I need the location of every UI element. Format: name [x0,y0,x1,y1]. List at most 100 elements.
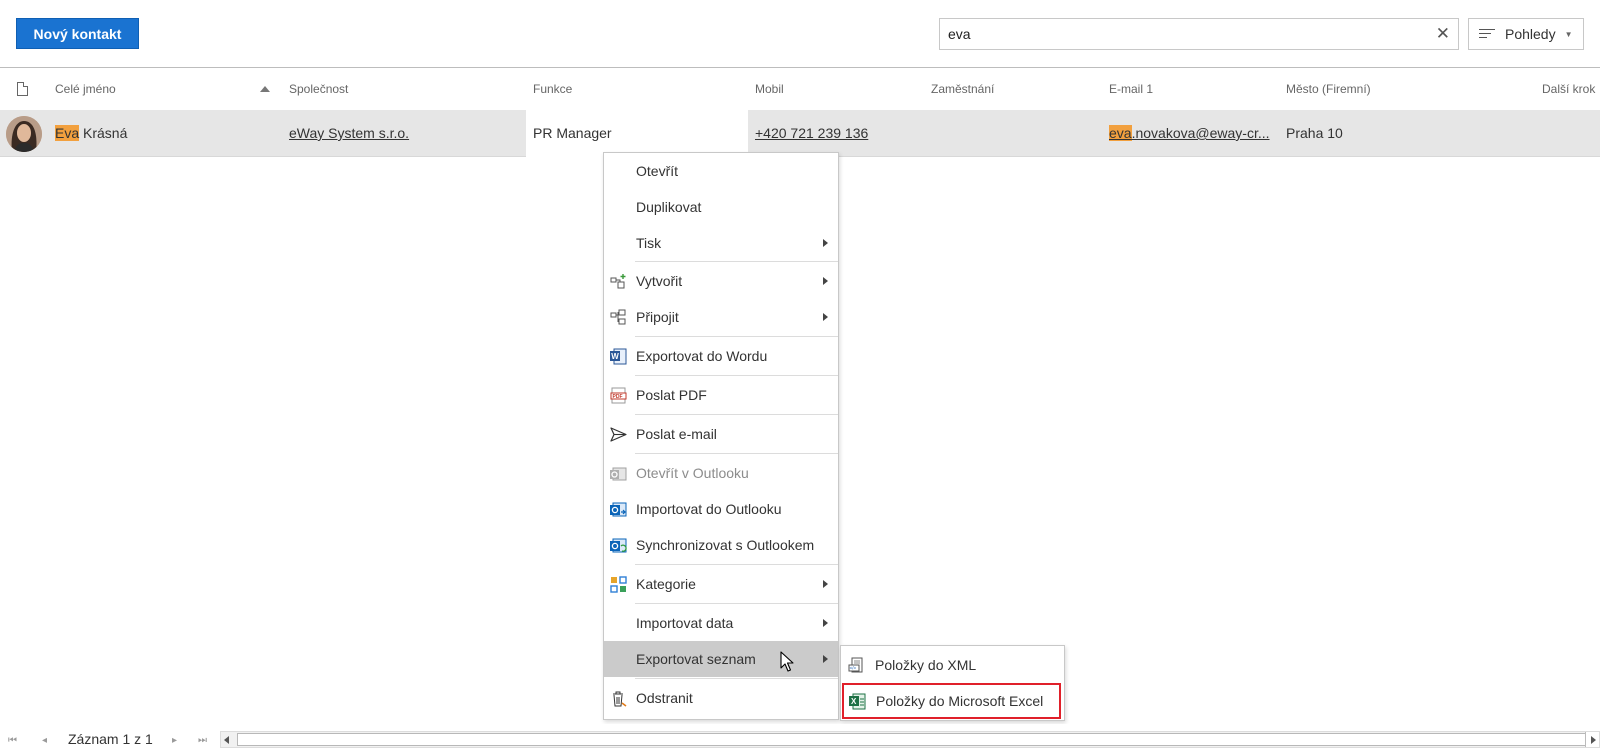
menu-item-label: Odstranit [636,690,693,706]
xml-icon: </> [848,657,865,674]
menu-item-label: Připojit [636,309,679,325]
menu-item-attach[interactable]: Připojit [604,299,838,335]
menu-item-label: Synchronizovat s Outlookem [636,537,815,553]
menu-item-label: Tisk [636,235,662,251]
submenu-item-excel[interactable]: X Položky do Microsoft Excel [842,683,1061,719]
scroll-right-icon[interactable] [1591,736,1596,744]
outlook-icon [610,465,627,482]
column-header-next-step[interactable]: Další krok [1542,82,1595,96]
submenu-arrow-icon [823,277,828,285]
delete-icon [610,690,627,707]
outlook-import-icon [610,501,627,518]
menu-item-label: Otevřít [636,163,679,179]
menu-item-import-outlook[interactable]: Importovat do Outlooku [604,491,838,527]
menu-item-send-pdf[interactable]: PDF Poslat PDF [604,377,838,413]
menu-item-delete[interactable]: Odstranit [604,680,838,716]
context-menu: Otevřít Duplikovat Tisk Vytvořit Připoji… [603,152,839,720]
submenu-item-xml[interactable]: </> Položky do XML [841,647,1064,683]
column-header-mobile[interactable]: Mobil [755,82,784,96]
table-header: Celé jméno Společnost Funkce Mobil Zaměs… [0,69,1600,109]
excel-icon: X [849,693,866,710]
menu-item-duplicate[interactable]: Duplikovat [604,189,838,225]
menu-item-create[interactable]: Vytvořit [604,263,838,299]
search-match-name: Eva [55,125,80,141]
pagination-bar: ⏮ ◂ Záznam 1 z 1 ▸ ⏭ [0,724,1600,754]
menu-item-print[interactable]: Tisk [604,225,838,261]
menu-item-open[interactable]: Otevřít [604,153,838,189]
menu-item-label: Exportovat seznam [636,651,756,667]
column-header-city[interactable]: Město (Firemní) [1286,82,1371,96]
sort-asc-icon[interactable] [260,86,270,92]
attach-icon [610,309,627,326]
cell-mobile-link[interactable]: +420 721 239 136 [755,125,868,141]
menu-divider [635,336,838,337]
menu-item-export-list[interactable]: Exportovat seznam [604,641,838,677]
menu-item-label: Otevřít v Outlooku [636,465,749,481]
menu-item-label: Exportovat do Wordu [636,348,768,364]
scroll-left-icon[interactable] [224,736,229,744]
menu-item-export-word[interactable]: W Exportovat do Wordu [604,338,838,374]
record-counter: Záznam 1 z 1 [68,731,153,747]
cell-company-link[interactable]: eWay System s.r.o. [289,125,409,141]
submenu-item-label: Položky do XML [875,657,977,673]
views-label: Pohledy [1505,26,1556,42]
submenu-arrow-icon [823,239,828,247]
word-icon: W [610,348,627,365]
menu-item-send-email[interactable]: Poslat e-mail [604,416,838,452]
svg-text:W: W [611,352,619,361]
export-list-submenu: </> Položky do XML X Položky do Microsof… [840,645,1065,721]
menu-item-categories[interactable]: Kategorie [604,566,838,602]
create-icon [610,273,627,290]
column-header-full-name[interactable]: Celé jméno [55,82,116,96]
menu-item-label: Kategorie [636,576,696,592]
menu-item-open-outlook: Otevřít v Outlooku [604,455,838,491]
menu-item-label: Importovat data [636,615,734,631]
search-input[interactable]: eva ✕ [939,18,1459,50]
file-icon[interactable] [17,82,28,96]
column-header-function[interactable]: Funkce [533,82,572,96]
svg-text:</>: </> [850,666,857,671]
column-header-company[interactable]: Společnost [289,82,348,96]
outlook-sync-icon [610,537,627,554]
search-match-email: eva [1109,125,1132,141]
search-input-value: eva [948,26,971,42]
cell-city: Praha 10 [1286,125,1343,141]
last-page-icon[interactable]: ⏭ [198,735,207,746]
menu-divider [635,375,838,376]
clear-icon[interactable]: ✕ [1436,24,1450,44]
menu-item-label: Vytvořit [636,273,683,289]
avatar [6,116,42,152]
views-icon [1479,29,1495,39]
first-page-icon[interactable]: ⏮ [8,735,17,746]
scrollbar-thumb[interactable] [237,733,1587,746]
menu-divider [635,261,838,262]
cell-email-link[interactable]: eva.novakova@eway-cr... [1109,125,1270,141]
menu-divider [635,678,838,679]
menu-divider [635,414,838,415]
cell-function: PR Manager [533,125,612,141]
name-rest: Krásná [79,125,128,141]
toolbar: Nový kontakt eva ✕ Pohledy ▼ [0,0,1600,68]
submenu-arrow-icon [823,580,828,588]
menu-item-label: Importovat do Outlooku [636,501,782,517]
menu-item-label: Poslat e-mail [636,426,717,442]
send-icon [610,426,627,443]
cell-full-name[interactable]: Eva Krásná [55,125,127,141]
horizontal-scrollbar[interactable] [220,731,1600,748]
chevron-down-icon: ▼ [1564,29,1573,39]
table-row[interactable]: Eva Krásná eWay System s.r.o. PR Manager… [0,110,1600,157]
menu-item-import-data[interactable]: Importovat data [604,605,838,641]
category-icon [610,576,627,593]
prev-page-icon[interactable]: ◂ [42,735,47,746]
column-header-employment[interactable]: Zaměstnání [931,82,994,96]
menu-item-sync-outlook[interactable]: Synchronizovat s Outlookem [604,527,838,563]
views-dropdown[interactable]: Pohledy ▼ [1468,18,1584,50]
submenu-arrow-icon [823,313,828,321]
menu-divider [635,564,838,565]
submenu-item-label: Položky do Microsoft Excel [876,693,1044,709]
column-header-email1[interactable]: E-mail 1 [1109,82,1153,96]
next-page-icon[interactable]: ▸ [172,735,177,746]
menu-divider [635,453,838,454]
new-contact-button[interactable]: Nový kontakt [16,18,139,49]
svg-text:PDF: PDF [613,394,623,400]
